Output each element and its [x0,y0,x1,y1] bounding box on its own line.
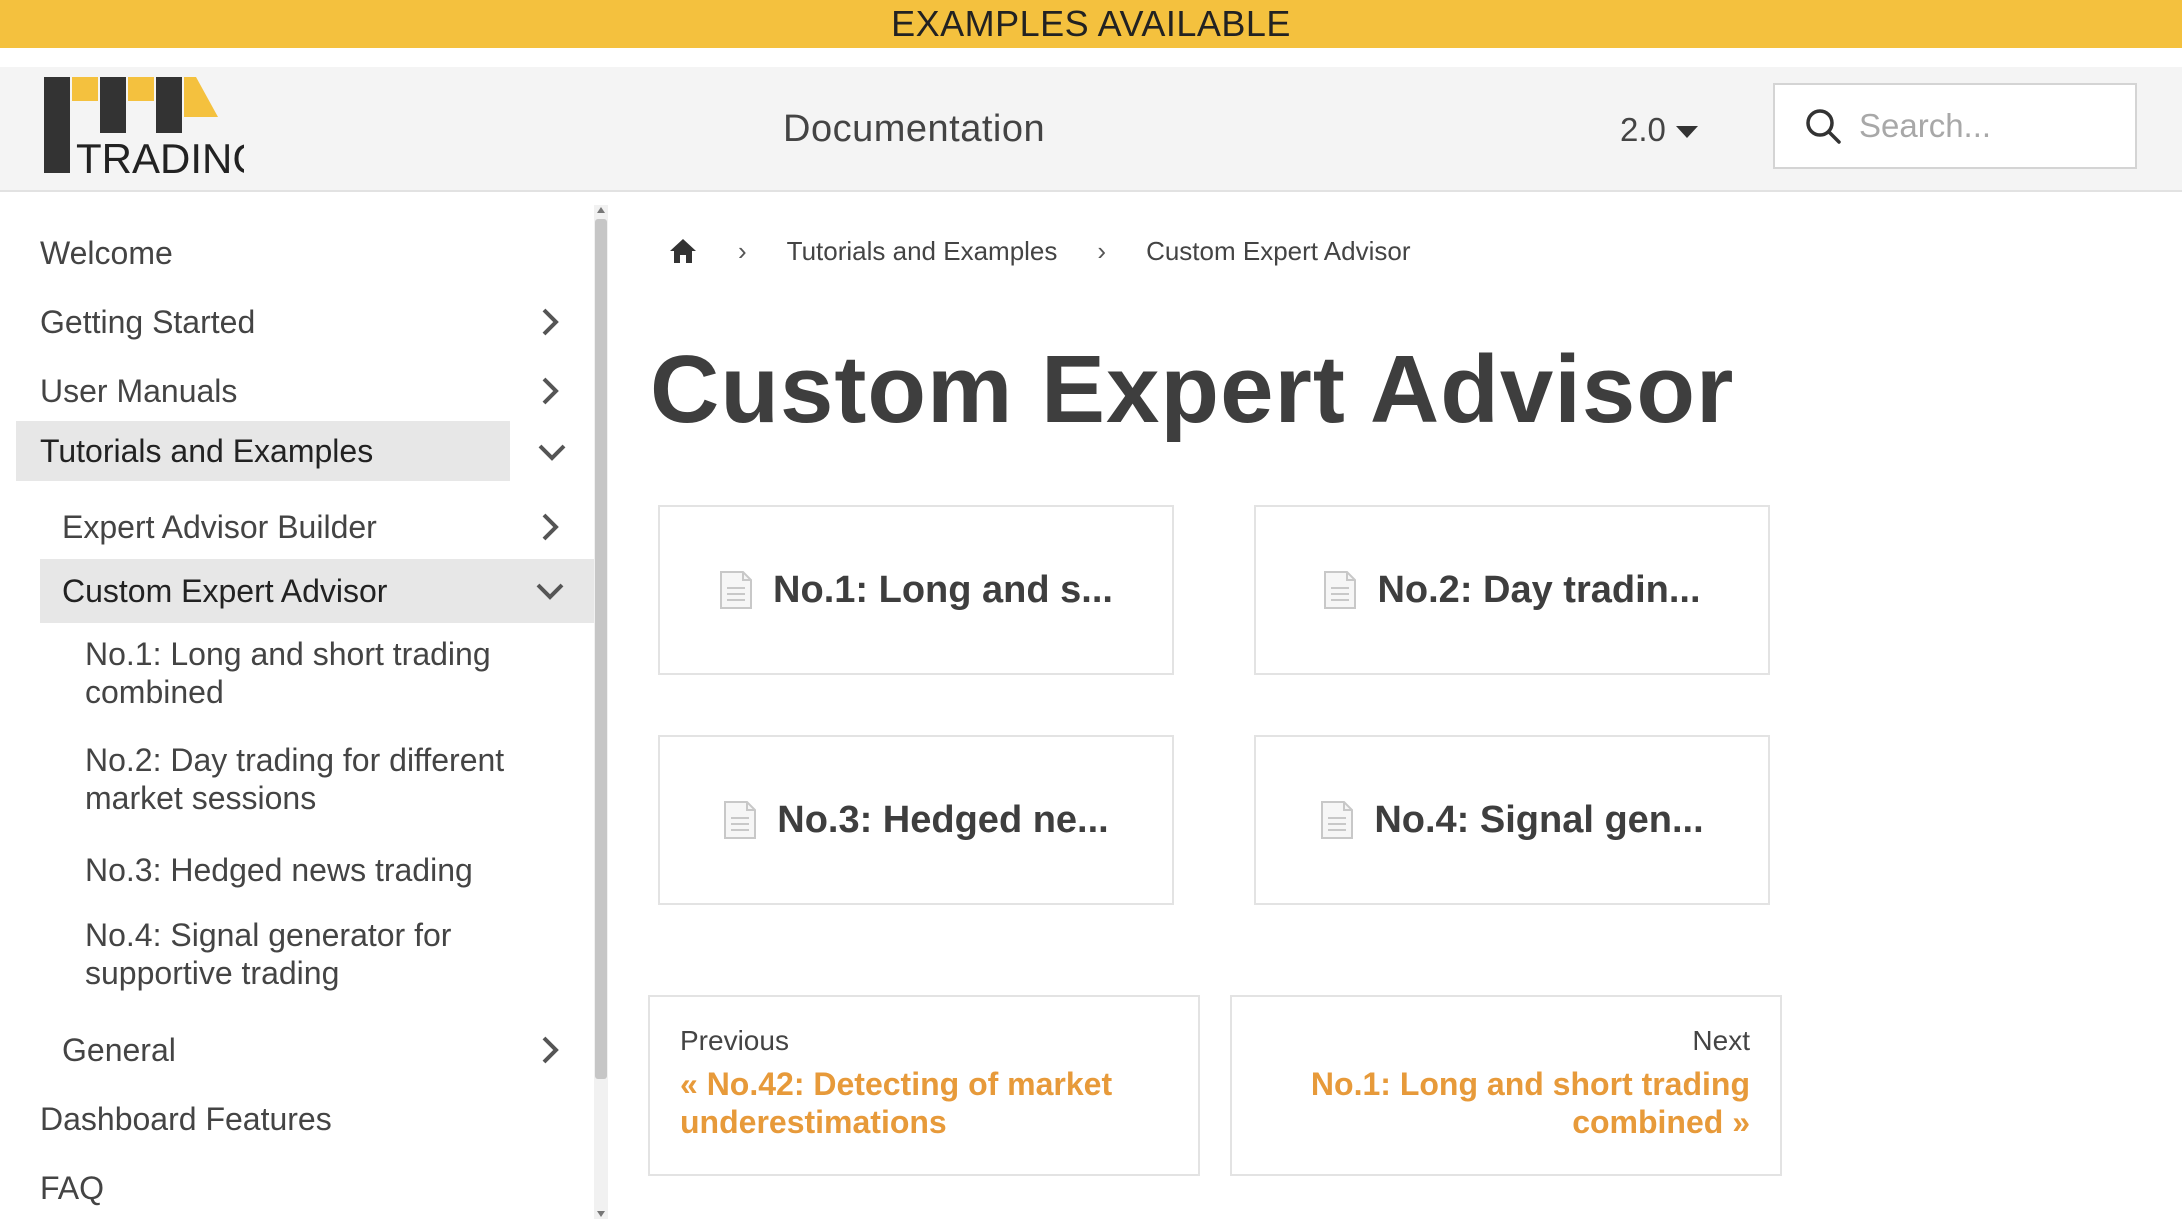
document-icon [724,801,757,839]
sidebar-item-label: FAQ [40,1170,105,1206]
version-selector[interactable]: 2.0 [1620,67,1698,192]
sidebar-item-tutorials-and-examples[interactable]: Tutorials and Examples [16,421,510,481]
previous-label: Previous [680,1025,789,1056]
sidebar-item-label: No.2: Day trading for different market s… [85,742,505,816]
next-label: Next [1692,1025,1750,1056]
version-value: 2.0 [1620,110,1666,148]
caret-down-icon [1675,125,1698,138]
sidebar-item-welcome[interactable]: Welcome [40,225,173,281]
chevron-right-icon[interactable] [532,1032,568,1068]
trading-logo[interactable]: TRADING [44,77,244,181]
card-no3[interactable]: No.3: Hedged ne... [658,735,1174,905]
banner-text: EXAMPLES AVAILABLE [891,3,1291,44]
search-input[interactable] [1859,107,2129,145]
sidebar-item-no1[interactable]: No.1: Long and short trading combined [85,635,545,711]
chevron-right-icon[interactable] [532,304,568,340]
sidebar-item-getting-started[interactable]: Getting Started [40,294,600,350]
chevron-right-icon[interactable] [532,509,568,545]
sidebar-item-label: Expert Advisor Builder [62,509,377,545]
breadcrumb-current: Custom Expert Advisor [1146,235,1411,266]
document-icon [1324,571,1357,609]
card-no2[interactable]: No.2: Day tradin... [1254,505,1770,675]
sidebar-scrollbar[interactable] [594,205,608,1219]
previous-page-link[interactable]: Previous « No.42: Detecting of market un… [648,995,1200,1176]
sidebar-item-label: User Manuals [40,373,238,409]
sidebar-item-label: Dashboard Features [40,1101,332,1137]
next-page-link[interactable]: Next No.1: Long and short trading combin… [1230,995,1782,1176]
sidebar-item-faq[interactable]: FAQ [40,1160,104,1216]
search-icon [1806,109,1841,144]
breadcrumb: › Tutorials and Examples › Custom Expert… [668,230,1411,272]
scroll-down-arrow-icon[interactable] [597,1211,605,1217]
document-icon [720,571,753,609]
sidebar-item-label: Welcome [40,235,173,271]
breadcrumb-link-tutorials[interactable]: Tutorials and Examples [787,236,1058,267]
card-title: No.4: Signal gen... [1374,798,1704,841]
sidebar-item-user-manuals[interactable]: User Manuals [40,363,600,419]
sidebar-item-label: No.3: Hedged news trading [85,852,473,888]
sidebar-item-custom-expert-advisor[interactable]: Custom Expert Advisor [40,559,594,623]
sidebar-item-label: Custom Expert Advisor [62,573,388,609]
breadcrumb-separator: › [738,235,747,266]
sidebar-item-no2[interactable]: No.2: Day trading for different market s… [85,741,565,817]
chevron-down-icon[interactable] [532,573,568,609]
previous-title: « No.42: Detecting of market underestima… [680,1066,1113,1140]
card-title: No.1: Long and s... [773,568,1113,611]
sidebar-item-label: No.4: Signal generator for supportive tr… [85,917,452,991]
scroll-up-arrow-icon[interactable] [597,207,605,213]
sidebar-item-label: Tutorials and Examples [40,433,374,469]
sidebar-item-no4[interactable]: No.4: Signal generator for supportive tr… [85,916,545,992]
sidebar-item-label: Getting Started [40,304,256,340]
sidebar-nav: Welcome Getting Started User Manuals Tut… [0,205,606,1219]
search-box[interactable] [1773,83,2137,169]
home-icon[interactable] [668,236,698,266]
logo-text: TRADING [76,135,244,181]
chevron-right-icon[interactable] [532,373,568,409]
sidebar-item-label: No.1: Long and short trading combined [85,636,491,710]
page-title: Custom Expert Advisor [650,336,1735,443]
sidebar-item-dashboard-features[interactable]: Dashboard Features [40,1091,332,1147]
card-title: No.3: Hedged ne... [777,798,1109,841]
sidebar-item-general[interactable]: General [62,1022,602,1078]
card-no4[interactable]: No.4: Signal gen... [1254,735,1770,905]
sidebar-item-expert-advisor-builder[interactable]: Expert Advisor Builder [62,499,602,555]
chevron-down-icon[interactable] [534,434,570,470]
sidebar-item-label: General [62,1032,176,1068]
document-icon [1321,801,1354,839]
next-title: No.1: Long and short trading combined » [1310,1066,1750,1140]
sidebar-item-no3[interactable]: No.3: Hedged news trading [85,848,473,892]
card-no1[interactable]: No.1: Long and s... [658,505,1174,675]
breadcrumb-separator: › [1097,235,1107,266]
announcement-banner: EXAMPLES AVAILABLE [0,0,2182,48]
card-title: No.2: Day tradin... [1377,568,1701,611]
documentation-title[interactable]: Documentation [783,67,1045,192]
site-header: TRADING Documentation 2.0 [0,67,2182,192]
scrollbar-thumb[interactable] [595,219,607,1079]
